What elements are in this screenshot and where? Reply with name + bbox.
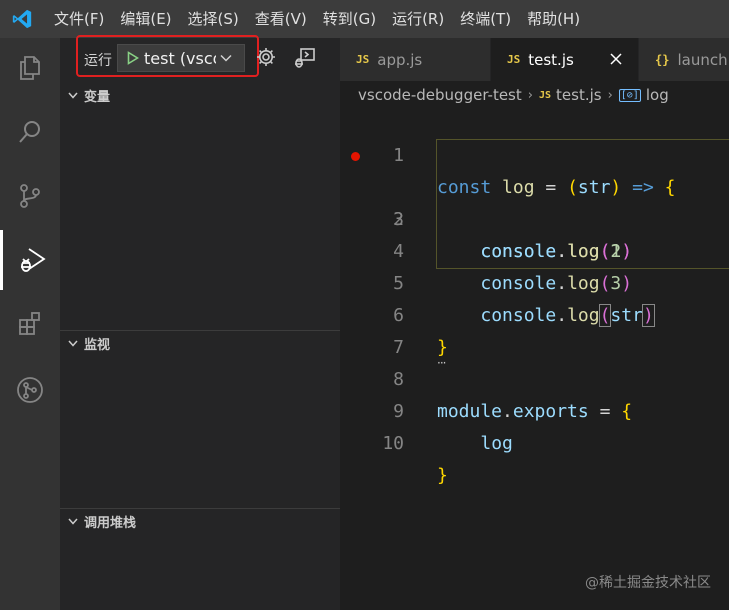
code-line: 4 console.log(3) [340, 204, 729, 294]
tab-label: test.js [528, 50, 574, 69]
chevron-down-icon [62, 84, 84, 106]
tab-test-js[interactable]: JS test.js [491, 38, 638, 81]
breadcrumb-symbol[interactable]: log [646, 86, 669, 104]
code-line: 10 } [340, 396, 729, 486]
chevron-down-icon [62, 510, 84, 532]
menu-help[interactable]: 帮助(H) [519, 0, 588, 38]
vscode-logo-icon [0, 0, 44, 38]
menu-edit[interactable]: 编辑(E) [112, 0, 179, 38]
menu-bar: 文件(F) 编辑(E) 选择(S) 查看(V) 转到(G) 运行(R) 终端(T… [0, 0, 729, 38]
json-file-icon: {} [655, 52, 670, 67]
tab-label: launch. [677, 50, 729, 69]
code-line: 3 console.log(2) [340, 172, 729, 262]
code-line: 6 } [340, 268, 729, 358]
chevron-down-icon [62, 332, 84, 354]
git-graph-icon[interactable] [0, 360, 60, 420]
section-divider [60, 330, 340, 331]
explorer-icon[interactable] [0, 38, 60, 98]
debug-toolbar: 运行 test (vsco [60, 35, 340, 82]
call-stack-section-title: 调用堆栈 [84, 515, 137, 531]
watermark: @稀土掘金技术社区 [585, 575, 711, 591]
chevron-right-icon: › [607, 87, 613, 103]
activity-bar [0, 38, 60, 610]
annotation-highlight-box [76, 35, 259, 77]
code-line: 8 module.exports = { [340, 332, 729, 422]
code-line: 7 [340, 300, 729, 358]
chevron-right-icon: › [527, 87, 533, 103]
gear-icon[interactable] [255, 46, 277, 68]
menu-selection[interactable]: 选择(S) [180, 0, 247, 38]
editor-tabs: JS app.js JS test.js {} launch. [340, 38, 729, 81]
javascript-file-icon: JS [356, 53, 370, 66]
extensions-icon[interactable] [0, 294, 60, 354]
run-debug-sidebar: 运行 test (vsco 变量 监视 调用堆栈 [60, 35, 340, 610]
javascript-file-icon: JS [538, 89, 552, 101]
breakpoint-icon[interactable] [351, 152, 360, 161]
menu-go[interactable]: 转到(G) [315, 0, 384, 38]
tab-app-js[interactable]: JS app.js [340, 38, 490, 81]
symbol-variable-icon: [⊘] [618, 88, 641, 102]
breadcrumb: vscode-debugger-test › JS test.js › [⊘] … [358, 83, 669, 107]
close-icon[interactable] [608, 51, 624, 67]
source-control-icon[interactable] [0, 166, 60, 226]
tab-launch-json[interactable]: {} launch. [639, 38, 729, 81]
menu-file[interactable]: 文件(F) [44, 0, 112, 38]
code-line: 5 console.log(str) [340, 236, 729, 327]
watch-section-title: 监视 [84, 337, 111, 353]
watch-section-header[interactable]: 监视 [60, 332, 340, 354]
tab-label: app.js [377, 50, 423, 69]
code-line-text: log [480, 433, 513, 454]
debug-console-icon[interactable] [293, 46, 317, 70]
fold-marker: ··· [437, 356, 447, 370]
menu-run[interactable]: 运行(R) [384, 0, 452, 38]
variables-section-title: 变量 [84, 89, 111, 105]
search-icon[interactable] [0, 102, 60, 162]
breadcrumb-folder[interactable]: vscode-debugger-test [358, 86, 522, 104]
code-line: 1 const log = (str) => { [340, 108, 729, 198]
code-line-text: } [437, 465, 448, 486]
section-divider [60, 508, 340, 509]
menu-terminal[interactable]: 终端(T) [452, 0, 519, 38]
variables-section-header[interactable]: 变量 [60, 84, 340, 106]
call-stack-section-header[interactable]: 调用堆栈 [60, 510, 340, 532]
breadcrumb-file[interactable]: test.js [556, 86, 602, 104]
line-number: 10 [382, 433, 404, 454]
run-debug-icon[interactable] [0, 230, 60, 290]
menu-view[interactable]: 查看(V) [247, 0, 315, 38]
javascript-file-icon: JS [507, 53, 521, 66]
code-line: 9 log [340, 364, 729, 454]
code-line: 2 console.log(1) [340, 140, 729, 262]
